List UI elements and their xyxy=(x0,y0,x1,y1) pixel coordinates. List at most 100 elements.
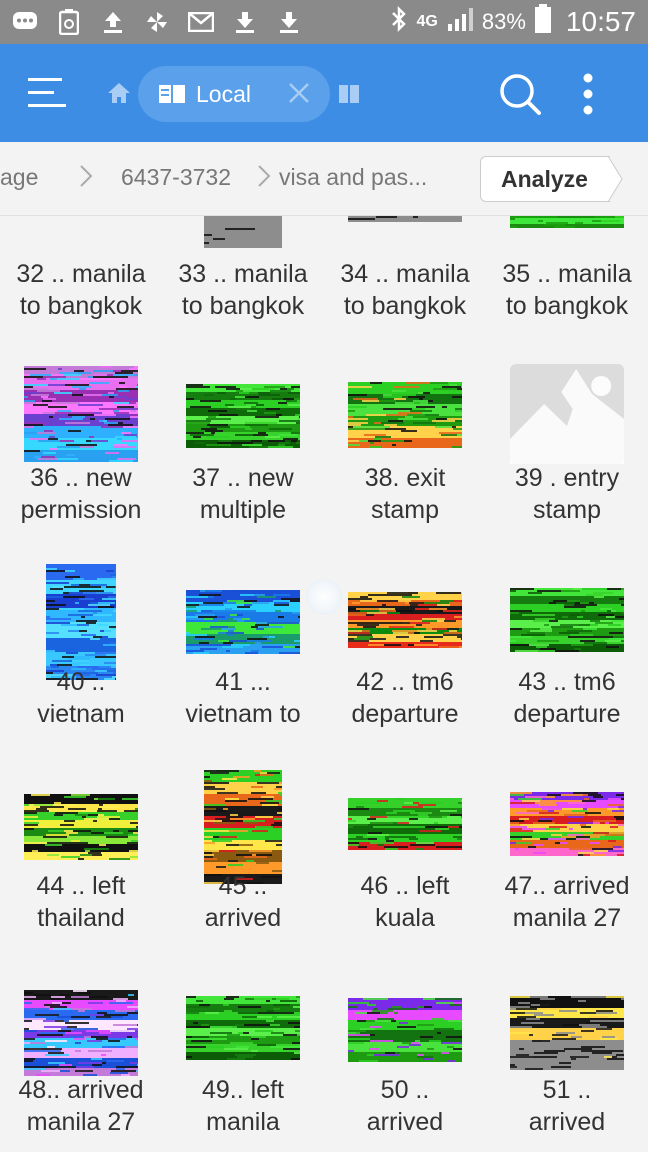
file-item[interactable]: 47.. arrived manila 27 xyxy=(486,736,648,940)
file-item[interactable]: 36 .. new permission xyxy=(0,328,162,532)
file-name-line: 46 .. left xyxy=(360,872,450,900)
file-item[interactable]: 37 .. new multiple xyxy=(162,328,324,532)
file-item[interactable]: 39 . entry stamp xyxy=(486,328,648,532)
file-name-line: 51 .. xyxy=(542,1076,592,1104)
file-name-line: to bangkok xyxy=(19,292,143,320)
file-item[interactable]: 50 .. arrived xyxy=(324,940,486,1144)
file-name-line: multiple xyxy=(199,496,287,524)
search-icon xyxy=(500,74,541,115)
file-thumbnail xyxy=(186,384,300,448)
home-button[interactable] xyxy=(106,80,132,106)
file-thumbnail xyxy=(204,216,282,248)
file-name: 50 .. arrived xyxy=(324,1074,486,1138)
file-item[interactable]: 48.. arrived manila 27 xyxy=(0,940,162,1144)
file-thumbnail xyxy=(348,592,462,648)
file-thumbnail xyxy=(348,382,462,448)
analyze-button-arrow xyxy=(608,156,623,202)
battery-percent: 83% xyxy=(481,9,526,34)
file-name-line: stamp xyxy=(532,496,602,524)
file-thumbnail xyxy=(348,798,462,850)
file-name-line: 40 .. xyxy=(56,668,106,696)
chevron-right-icon xyxy=(258,165,271,187)
mail-icon xyxy=(188,9,214,35)
file-thumbnail xyxy=(204,770,282,884)
file-item[interactable]: 35 .. manila to bangkok xyxy=(486,216,648,328)
file-name-line: arrived xyxy=(204,904,282,932)
file-name-line: 42 .. tm6 xyxy=(356,668,454,696)
file-thumbnail xyxy=(24,990,138,1076)
file-item[interactable]: 34 .. manila to bangkok xyxy=(324,216,486,328)
download-icon xyxy=(232,9,258,35)
file-name-line: permission xyxy=(20,496,142,524)
file-item[interactable]: 46 .. left kuala xyxy=(324,736,486,940)
breadcrumb-item[interactable]: age xyxy=(0,164,38,191)
other-tab[interactable] xyxy=(338,84,360,104)
breadcrumb-item-current[interactable]: visa and pas... xyxy=(279,164,427,191)
tab-label: Local xyxy=(196,80,251,107)
file-name-line: 48.. arrived xyxy=(18,1076,144,1104)
file-name: 44 .. left thailand xyxy=(0,870,162,934)
file-name-line: 38. exit xyxy=(364,464,446,492)
file-name: 47.. arrived manila 27 xyxy=(486,870,648,934)
file-name-line: 33 .. manila xyxy=(178,260,308,288)
file-thumbnail xyxy=(510,588,624,652)
file-name-line: 34 .. manila xyxy=(340,260,470,288)
bluetooth-icon xyxy=(389,5,409,40)
file-item[interactable]: 42 .. tm6 departure xyxy=(324,532,486,736)
file-item[interactable]: 51 .. arrived xyxy=(486,940,648,1144)
close-tab-button[interactable] xyxy=(286,80,312,106)
breadcrumb-item[interactable]: 6437-3732 xyxy=(121,164,231,191)
file-item[interactable]: 32 .. manila to bangkok xyxy=(0,216,162,328)
file-name-line: manila xyxy=(206,1108,280,1136)
file-name-line: 50 .. xyxy=(380,1076,430,1104)
file-name-line: manila 27 xyxy=(512,904,622,932)
file-name: 38. exit stamp xyxy=(324,462,486,526)
file-thumbnail xyxy=(510,996,624,1070)
clock: 10:57 xyxy=(565,6,636,37)
analyze-button[interactable]: Analyze xyxy=(480,156,610,202)
search-button[interactable] xyxy=(498,72,542,116)
file-name-line: 41 ... xyxy=(215,668,271,696)
file-name-line: departure xyxy=(513,700,621,728)
file-name-line: 36 .. new xyxy=(30,464,132,492)
file-thumbnail xyxy=(186,996,300,1060)
broken-image-icon xyxy=(510,364,624,464)
tab-local[interactable]: Local xyxy=(138,66,330,122)
file-name: 49.. left manila xyxy=(162,1074,324,1138)
file-thumbnail xyxy=(186,590,300,654)
battery-icon xyxy=(534,3,552,41)
file-thumbnail xyxy=(348,216,462,222)
file-name-line: 45 .. xyxy=(218,872,268,900)
network-type: 4G xyxy=(416,13,438,30)
file-thumbnail xyxy=(24,794,138,860)
file-item[interactable]: 45 .. arrived xyxy=(162,736,324,940)
file-thumbnail xyxy=(46,564,116,680)
file-name-line: vietnam xyxy=(37,700,125,728)
file-name-line: manila 27 xyxy=(26,1108,136,1136)
pinwheel-icon xyxy=(144,9,170,35)
file-name: 43 .. tm6 departure xyxy=(486,666,648,730)
file-name-line: 39 . entry xyxy=(514,464,620,492)
file-item[interactable]: 41 ... vietnam to xyxy=(162,532,324,736)
menu-button[interactable] xyxy=(28,76,70,110)
file-item[interactable]: 49.. left manila xyxy=(162,940,324,1144)
chat-bubble-icon xyxy=(12,9,38,35)
file-name-line: 35 .. manila xyxy=(502,260,632,288)
file-name: 32 .. manila to bangkok xyxy=(0,258,162,322)
file-item[interactable]: 33 .. manila to bangkok xyxy=(162,216,324,328)
file-item[interactable]: 40 .. vietnam xyxy=(0,532,162,736)
file-name-line: 49.. left xyxy=(202,1076,284,1104)
status-bar: 4G 83% 10:57 xyxy=(0,0,648,44)
file-thumbnail xyxy=(510,216,624,228)
file-name-line: to bangkok xyxy=(343,292,467,320)
file-item[interactable]: 38. exit stamp xyxy=(324,328,486,532)
file-item[interactable]: 44 .. left thailand xyxy=(0,736,162,940)
book-icon xyxy=(339,85,359,103)
file-name-line: 47.. arrived xyxy=(504,872,630,900)
signal-icon xyxy=(446,6,474,39)
more-options-button[interactable] xyxy=(572,70,604,118)
file-thumbnail xyxy=(510,792,624,856)
file-name: 51 .. arrived xyxy=(486,1074,648,1138)
file-name-line: to bangkok xyxy=(505,292,629,320)
file-item[interactable]: 43 .. tm6 departure xyxy=(486,532,648,736)
